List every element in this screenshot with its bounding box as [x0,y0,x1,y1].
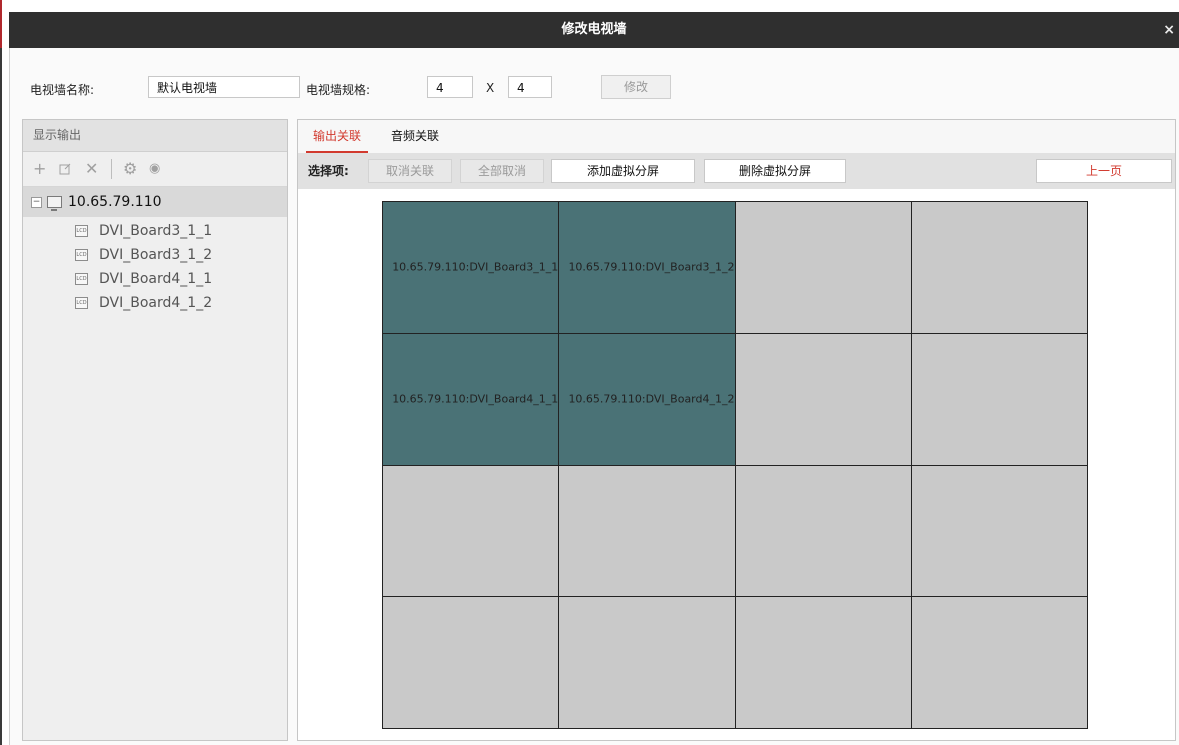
tree-item-output[interactable]: LCD DVI_Board3_1_2 [23,243,287,267]
dialog-titlebar: 修改电视墙 × [9,12,1179,48]
wall-cell-empty[interactable] [911,597,1087,728]
tab-bar: 输出关联 音频关联 [298,120,1175,153]
window-edge [0,0,2,745]
wall-cell-empty[interactable] [735,202,911,333]
close-icon[interactable]: × [1163,12,1175,48]
wall-spec-label: 电视墙规格: [306,83,371,97]
select-label: 选择项: [308,164,349,178]
tree-root-device[interactable]: − 10.65.79.110 [23,187,287,217]
wall-cell-empty[interactable] [911,202,1087,333]
dialog-title: 修改电视墙 [561,22,627,37]
toolbar-separator [111,159,112,179]
plus-icon[interactable]: + [33,152,46,186]
collapse-icon[interactable]: − [31,197,42,208]
wall-cell-empty[interactable] [911,333,1087,465]
tree-item-label: DVI_Board3_1_2 [99,247,213,263]
device-icon [47,196,62,211]
modify-button[interactable]: 修改 [601,75,671,99]
tree-item-label: DVI_Board3_1_1 [99,223,213,239]
dimension-separator: X [486,81,495,95]
tree-item-label: DVI_Board4_1_2 [99,295,213,311]
add-virtual-split-button[interactable]: 添加虚拟分屏 [551,159,695,183]
eye-icon[interactable]: ◉ [149,152,160,186]
wall-cell-empty[interactable] [559,465,735,597]
output-toolbar: + ✕ ⚙ ◉ [23,152,287,187]
wall-cell-empty[interactable] [559,597,735,728]
association-panel: 输出关联 音频关联 选择项: 取消关联 全部取消 添加虚拟分屏 删除虚拟分屏 上… [297,119,1176,741]
window-edge-accent [0,0,2,48]
lcd-icon: LCD [75,297,88,309]
delete-icon[interactable]: ✕ [85,152,98,186]
tv-wall-grid: 10.65.79.110:DVI_Board3_1_1 10.65.79.110:… [382,201,1088,729]
delete-virtual-split-button[interactable]: 删除虚拟分屏 [704,159,846,183]
prev-page-button[interactable]: 上一页 [1036,159,1172,183]
wall-cell-label: 10.65.79.110:DVI_Board4_1_2 [568,392,735,406]
wall-name-input[interactable]: 默认电视墙 [148,76,300,98]
gear-icon[interactable]: ⚙ [123,152,137,186]
tree-item-label: DVI_Board4_1_1 [99,271,213,287]
lcd-icon: LCD [75,273,88,285]
wall-cell-empty[interactable] [383,465,559,597]
tree-item-output[interactable]: LCD DVI_Board4_1_1 [23,267,287,291]
edit-icon[interactable] [59,152,71,187]
wall-cell-label: 10.65.79.110:DVI_Board4_1_1 [392,392,559,406]
wall-cell-empty[interactable] [735,597,911,728]
tree-root-label: 10.65.79.110 [68,194,162,210]
wall-cell-label: 10.65.79.110:DVI_Board3_1_1 [392,260,559,274]
tree-item-output[interactable]: LCD DVI_Board3_1_1 [23,219,287,243]
output-panel: 显示输出 + ✕ ⚙ ◉ − 10.65.79.110 LCD DVI_Boar… [22,119,288,741]
wall-cell-empty[interactable] [735,465,911,597]
wall-cell-empty[interactable] [383,597,559,728]
lcd-icon: LCD [75,225,88,237]
tab-output-association[interactable]: 输出关联 [306,120,368,153]
wall-cell-bound[interactable]: 10.65.79.110:DVI_Board3_1_2 [559,202,735,333]
wall-cell-empty[interactable] [911,465,1087,597]
wall-cell-empty[interactable] [735,333,911,465]
lcd-icon: LCD [75,249,88,261]
wall-cell-bound[interactable]: 10.65.79.110:DVI_Board4_1_2 [559,333,735,465]
wall-rows-input[interactable]: 4 [427,76,473,98]
wall-cell-bound[interactable]: 10.65.79.110:DVI_Board4_1_1 [383,333,559,465]
association-toolbar: 选择项: 取消关联 全部取消 添加虚拟分屏 删除虚拟分屏 上一页 [298,153,1175,189]
tab-audio-association[interactable]: 音频关联 [384,120,446,153]
unbind-button[interactable]: 取消关联 [368,159,452,183]
wall-cols-input[interactable]: 4 [508,76,552,98]
cancel-all-button[interactable]: 全部取消 [460,159,544,183]
wall-name-label: 电视墙名称: [30,83,95,97]
wall-cell-label: 10.65.79.110:DVI_Board3_1_2 [568,260,735,274]
wall-cell-bound[interactable]: 10.65.79.110:DVI_Board3_1_1 [383,202,559,333]
output-panel-header: 显示输出 [23,120,287,152]
tree-item-output[interactable]: LCD DVI_Board4_1_2 [23,291,287,315]
